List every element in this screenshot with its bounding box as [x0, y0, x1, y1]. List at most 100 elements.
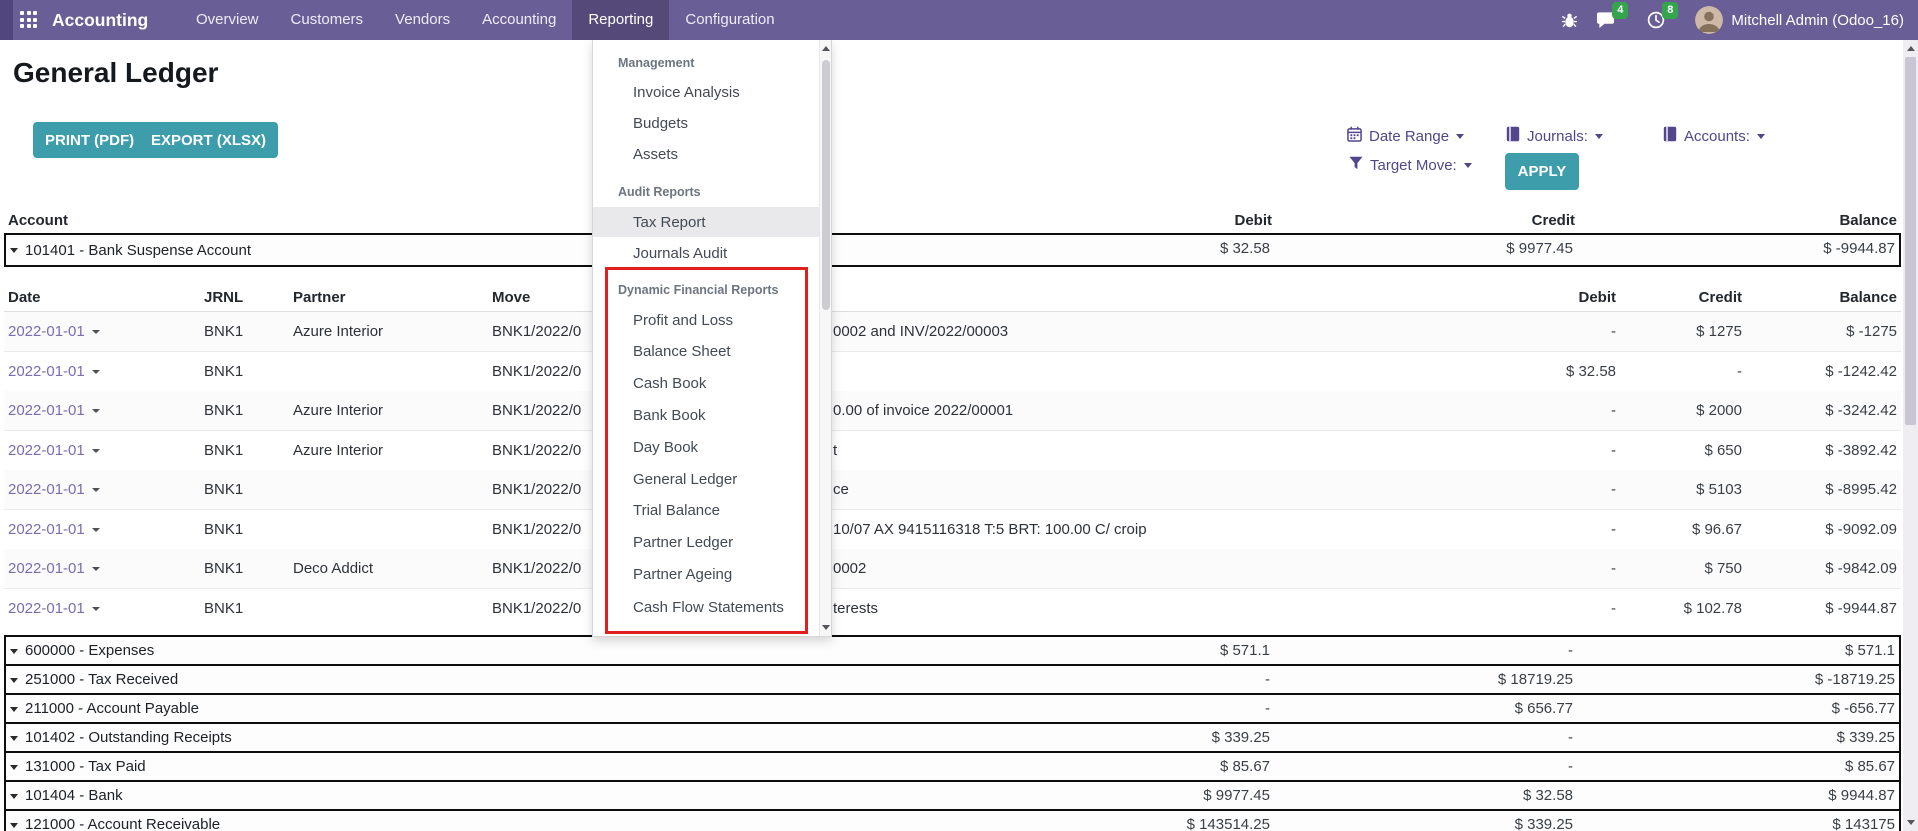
journals-label: Journals: [1527, 127, 1588, 145]
menu-reporting[interactable]: Reporting [572, 0, 670, 40]
account-name: 211000 - Account Payable [25, 700, 200, 717]
move-label: t [833, 442, 838, 459]
account-expand-toggle[interactable]: 600000 - Expenses [10, 637, 154, 664]
app-name[interactable]: Accounting [52, 0, 148, 40]
account-name: 131000 - Tax Paid [25, 758, 146, 775]
scrollbar-thumb[interactable] [821, 60, 830, 310]
move-balance: $ -3242.42 [1825, 402, 1897, 419]
move-debit: - [1611, 521, 1616, 538]
menu-item-journals-audit[interactable]: Journals Audit [633, 243, 727, 264]
user-menu[interactable]: Mitchell Admin (Odoo_16) [1731, 12, 1904, 29]
move-credit: $ 750 [1704, 560, 1742, 577]
account-debit: - [1265, 671, 1270, 688]
user-avatar[interactable] [1695, 6, 1724, 34]
menu-item-profit-and-loss[interactable]: Profit and Loss [633, 310, 733, 331]
move-line-row: 2022-01-01 BNK1 Azure Interior BNK1/2022… [4, 431, 1901, 471]
menu-configuration[interactable]: Configuration [669, 0, 790, 40]
scroll-down-icon[interactable] [1906, 820, 1915, 825]
menu-item-balance-sheet[interactable]: Balance Sheet [633, 341, 731, 362]
move-label: terests [833, 600, 879, 617]
menu-vendors[interactable]: Vendors [379, 0, 466, 40]
move-date-link[interactable]: 2022-01-01 [8, 549, 100, 589]
scroll-up-icon[interactable] [1906, 46, 1915, 51]
account-credit: $ 32.58 [1522, 787, 1573, 804]
account-expand-toggle[interactable]: 251000 - Tax Received [10, 666, 178, 693]
move-date-link[interactable]: 2022-01-01 [8, 589, 100, 629]
account-expand-toggle[interactable]: 101404 - Bank [10, 782, 123, 809]
menu-item-bank-book[interactable]: Bank Book [633, 405, 706, 426]
chevron-down-icon [1594, 133, 1603, 139]
account-credit: $ 18719.25 [1497, 671, 1573, 688]
account-name: 101401 - Bank Suspense Account [25, 241, 251, 259]
accounts-filter[interactable]: Accounts: [1663, 126, 1765, 146]
move-date-link[interactable]: 2022-01-01 [8, 312, 100, 352]
header-debit: Debit [1234, 212, 1273, 229]
move-date-link[interactable]: 2022-01-01 [8, 470, 100, 510]
menu-item-trial-balance[interactable]: Trial Balance [633, 500, 720, 521]
move-date: 2022-01-01 [8, 363, 85, 380]
account-row-101404: 101404 - Bank $ 9977.45 $ 32.58 $ 9944.8… [4, 780, 1901, 811]
move-date: 2022-01-01 [8, 560, 85, 577]
account-expand-toggle[interactable]: 131000 - Tax Paid [10, 753, 146, 780]
move-jrnl: BNK1 [204, 521, 244, 538]
target-move-filter[interactable]: Target Move: [1349, 155, 1472, 175]
move-date: 2022-01-01 [8, 323, 85, 340]
account-credit: $ 656.77 [1514, 700, 1573, 717]
move-ref: BNK1/2022/0 [492, 521, 582, 538]
accounts-book-icon [1663, 126, 1677, 146]
subheader-jrnl: JRNL [204, 289, 244, 306]
apply-button[interactable]: APPLY [1505, 153, 1579, 190]
move-credit: $ 96.67 [1691, 521, 1742, 538]
chevron-down-icon [1756, 133, 1765, 139]
move-credit: $ 2000 [1696, 402, 1742, 419]
activities-clock-icon[interactable]: 8 [1647, 2, 1679, 29]
journals-filter[interactable]: Journals: [1506, 126, 1603, 146]
scrollbar-thumb[interactable] [1905, 57, 1916, 425]
dropdown-scrollbar[interactable] [819, 40, 831, 636]
account-expand-toggle[interactable]: 101401 - Bank Suspense Account [10, 235, 251, 265]
page-scrollbar[interactable] [1903, 40, 1918, 831]
messages-icon[interactable]: 4 [1596, 2, 1629, 29]
debug-bug-icon[interactable] [1561, 12, 1578, 29]
move-jrnl: BNK1 [204, 442, 244, 459]
subheader-date: Date [8, 289, 41, 306]
move-balance: $ -9842.09 [1825, 560, 1897, 577]
menu-item-cash-book[interactable]: Cash Book [633, 373, 706, 394]
scroll-down-icon[interactable] [822, 625, 830, 630]
scroll-up-icon[interactable] [822, 46, 830, 51]
move-credit: $ 102.78 [1683, 600, 1742, 617]
export-xlsx-button[interactable]: EXPORT (XLSX) [139, 122, 279, 158]
move-date-link[interactable]: 2022-01-01 [8, 510, 100, 550]
menu-item-cash-flow-statements[interactable]: Cash Flow Statements [633, 597, 784, 618]
account-expand-toggle[interactable]: 211000 - Account Payable [10, 695, 199, 722]
account-balance: $ 339.25 [1836, 729, 1895, 746]
move-ref: BNK1/2022/0 [492, 323, 582, 340]
move-date-link[interactable]: 2022-01-01 [8, 352, 100, 392]
apps-grid-icon[interactable] [20, 11, 38, 29]
menu-item-partner-ledger[interactable]: Partner Ledger [633, 532, 733, 553]
menu-customers[interactable]: Customers [275, 0, 380, 40]
move-debit: - [1611, 442, 1616, 459]
menu-item-invoice-analysis[interactable]: Invoice Analysis [633, 82, 740, 103]
messages-count-badge: 4 [1612, 2, 1629, 19]
header-account: Account [8, 212, 68, 229]
move-ref: BNK1/2022/0 [492, 600, 582, 617]
move-date-link[interactable]: 2022-01-01 [8, 431, 100, 471]
account-debit: $ 143514.25 [1186, 816, 1270, 831]
menu-item-budgets[interactable]: Budgets [633, 113, 688, 134]
move-date-link[interactable]: 2022-01-01 [8, 391, 100, 431]
menu-item-day-book[interactable]: Day Book [633, 437, 698, 458]
menu-item-general-ledger[interactable]: General Ledger [633, 469, 737, 490]
account-expand-toggle[interactable]: 121000 - Account Receivable [10, 811, 220, 831]
move-jrnl: BNK1 [204, 481, 244, 498]
subheader-move: Move [492, 289, 531, 306]
menu-item-assets[interactable]: Assets [633, 144, 678, 165]
menu-overview[interactable]: Overview [180, 0, 275, 40]
date-range-filter[interactable]: Date Range [1347, 126, 1465, 146]
menu-item-tax-report[interactable]: Tax Report [633, 212, 706, 233]
caret-down-icon [10, 248, 18, 253]
menu-item-partner-ageing[interactable]: Partner Ageing [633, 564, 732, 585]
menu-accounting[interactable]: Accounting [466, 0, 572, 40]
print-pdf-button[interactable]: PRINT (PDF) [33, 122, 147, 158]
account-expand-toggle[interactable]: 101402 - Outstanding Receipts [10, 724, 232, 751]
